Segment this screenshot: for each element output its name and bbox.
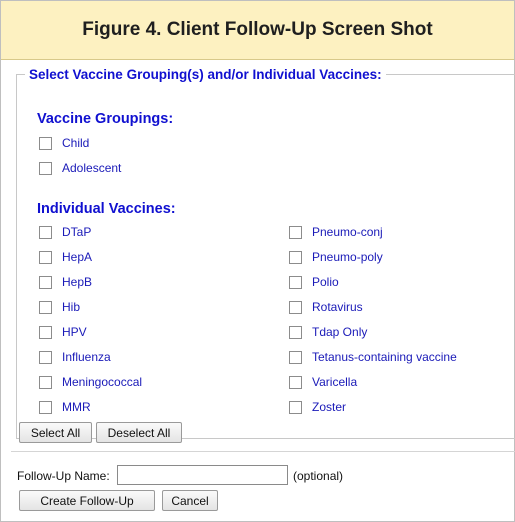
select-all-button[interactable]: Select All: [19, 422, 92, 443]
vaccine-option-mmr[interactable]: MMR: [39, 399, 91, 415]
follow-up-name-label: Follow-Up Name:: [17, 469, 110, 483]
checkbox-label: Varicella: [312, 375, 358, 389]
checkbox-label: Pneumo-conj: [312, 225, 383, 239]
checkbox-label: DTaP: [62, 225, 92, 239]
vaccine-option-tdap-only[interactable]: Tdap Only: [289, 324, 367, 340]
individual-vaccines-heading: Individual Vaccines:: [37, 201, 176, 217]
optional-note: (optional): [293, 469, 344, 483]
checkbox[interactable]: [39, 350, 52, 364]
figure-title: Figure 4. Client Follow-Up Screen Shot: [1, 1, 514, 60]
vaccine-option-pneumo-conj[interactable]: Pneumo-conj: [289, 224, 383, 240]
checkbox[interactable]: [39, 275, 52, 289]
checkbox[interactable]: [39, 300, 52, 314]
create-follow-up-button[interactable]: Create Follow-Up: [19, 490, 155, 511]
checkbox-label: HepB: [62, 275, 93, 289]
checkbox-label: Adolescent: [62, 161, 122, 175]
screenshot-frame: Figure 4. Client Follow-Up Screen Shot S…: [0, 0, 515, 522]
checkbox-label: Polio: [312, 275, 339, 289]
checkbox[interactable]: [39, 325, 52, 339]
vaccine-option-pneumo-poly[interactable]: Pneumo-poly: [289, 249, 383, 265]
vaccine-option-dtap[interactable]: DTaP: [39, 224, 91, 240]
vaccine-option-hepa[interactable]: HepA: [39, 249, 92, 265]
checkbox-label: Pneumo-poly: [312, 250, 383, 264]
checkbox[interactable]: [39, 400, 52, 414]
vaccine-option-influenza[interactable]: Influenza: [39, 349, 111, 365]
checkbox[interactable]: [289, 300, 302, 314]
vaccine-option-tetanus-containing[interactable]: Tetanus-containing vaccine: [289, 349, 457, 365]
checkbox[interactable]: [39, 375, 52, 389]
section-divider: [11, 451, 515, 452]
vaccine-option-polio[interactable]: Polio: [289, 274, 339, 290]
vaccine-selection-legend: Select Vaccine Grouping(s) and/or Indivi…: [29, 67, 382, 82]
checkbox[interactable]: [289, 400, 302, 414]
vaccine-option-hepb[interactable]: HepB: [39, 274, 92, 290]
checkbox-label: Zoster: [312, 400, 347, 414]
checkbox[interactable]: [289, 250, 302, 264]
checkbox[interactable]: [289, 350, 302, 364]
vaccine-option-zoster[interactable]: Zoster: [289, 399, 346, 415]
vaccine-groupings-heading: Vaccine Groupings:: [37, 111, 174, 127]
follow-up-name-input[interactable]: [117, 465, 288, 485]
checkbox-label: Tdap Only: [312, 325, 368, 339]
checkbox-label: HepA: [62, 250, 93, 264]
deselect-all-button[interactable]: Deselect All: [96, 422, 182, 443]
checkbox-label: MMR: [62, 400, 91, 414]
vaccine-option-hpv[interactable]: HPV: [39, 324, 87, 340]
checkbox[interactable]: [39, 250, 52, 264]
checkbox-label: Tetanus-containing vaccine: [312, 350, 457, 364]
checkbox-label: HPV: [62, 325, 87, 339]
checkbox-label: Child: [62, 136, 90, 150]
vaccine-option-varicella[interactable]: Varicella: [289, 374, 357, 390]
checkbox[interactable]: [289, 225, 302, 239]
grouping-option-adolescent[interactable]: Adolescent: [39, 160, 121, 176]
checkbox-label: Meningococcal: [62, 375, 143, 389]
vaccine-option-meningococcal[interactable]: Meningococcal: [39, 374, 142, 390]
vaccine-option-hib[interactable]: Hib: [39, 299, 80, 315]
checkbox[interactable]: [289, 325, 302, 339]
checkbox[interactable]: [39, 161, 52, 175]
checkbox-label: Hib: [62, 300, 81, 314]
checkbox[interactable]: [39, 136, 52, 150]
checkbox[interactable]: [289, 275, 302, 289]
checkbox[interactable]: [39, 225, 52, 239]
checkbox-label: Rotavirus: [312, 300, 363, 314]
cancel-button[interactable]: Cancel: [162, 490, 218, 511]
checkbox-label: Influenza: [62, 350, 111, 364]
checkbox[interactable]: [289, 375, 302, 389]
grouping-option-child[interactable]: Child: [39, 135, 89, 151]
vaccine-option-rotavirus[interactable]: Rotavirus: [289, 299, 363, 315]
